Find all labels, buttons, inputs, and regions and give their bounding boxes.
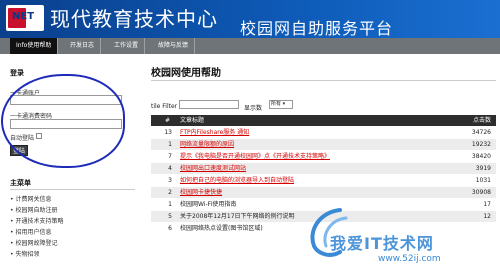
menu-item-user-info[interactable]: • 招用用户信息 — [10, 227, 51, 236]
nav-item-help[interactable]: Info使用帮助 — [10, 38, 59, 54]
row-title-link[interactable]: 提示《我电脑是否开通校园网》点《开通技术支持策略》 — [180, 151, 330, 162]
logo: NET — [6, 5, 44, 31]
menu-item-register[interactable]: • 校园网自助注册 — [10, 205, 57, 214]
show-count-select[interactable]: 所有 ▾ — [269, 100, 293, 109]
nav-item-work-settings[interactable]: 工作设置 — [108, 38, 146, 54]
filter-label: tile Filter — [151, 103, 178, 110]
title-divider — [151, 80, 496, 81]
page-title: 校园网使用帮助 — [151, 68, 221, 79]
row-number: 7 — [168, 153, 172, 160]
platform-title: 校园网自助服务平台 — [240, 19, 394, 38]
row-count: 19232 — [471, 141, 491, 148]
main-menu-divider — [10, 189, 135, 190]
filter-input[interactable] — [179, 100, 239, 109]
header-bar: NET 现代教育技术中心 校园网自助服务平台 — [0, 0, 500, 38]
nav-item-dev-log[interactable]: 开发日志 — [64, 38, 102, 54]
row-number: 4 — [168, 165, 172, 172]
row-count: 12 — [483, 213, 491, 220]
row-title-link[interactable]: 校园网络热点设置(图书馆区域) — [180, 223, 263, 234]
row-number: 1 — [168, 201, 172, 208]
header-count[interactable]: 点击数 — [473, 115, 491, 126]
header-title[interactable]: 文章标题 — [180, 115, 204, 126]
logo-text: NET — [12, 11, 35, 22]
menu-item-tech-support[interactable]: • 开通技术支持策略 — [10, 216, 63, 225]
menu-item-lost-found[interactable]: • 失物招领 — [10, 249, 39, 258]
row-number: 2 — [168, 189, 172, 196]
table-header: # 文章标题 点击数 — [151, 115, 496, 126]
row-count: 34726 — [471, 129, 491, 136]
table-row: 1 网络流量限额的原因 19232 — [151, 139, 496, 150]
row-count: 30908 — [471, 189, 491, 196]
row-number: 6 — [168, 225, 172, 232]
row-title-link[interactable]: 网络流量限额的原因 — [180, 139, 234, 150]
row-title-link[interactable]: 如何把自己的电脑的浏览器导入到自动登陆 — [180, 175, 294, 186]
row-title-link[interactable]: 关于2008年12月17日下午网络的例行说明 — [180, 211, 295, 222]
top-nav: Info使用帮助 开发日志 工作设置 故障与反馈 — [0, 38, 500, 54]
table-row: 4 校园网出口速度测试网站 3919 — [151, 163, 496, 174]
show-count-label: 显示数 — [244, 105, 263, 112]
header-number: # — [165, 117, 171, 124]
table-row: 2 校园网卡捷快捷 30908 — [151, 187, 496, 198]
row-count: 38420 — [471, 153, 491, 160]
table-row: 13 FTP内Fileshare服务 通知 34726 — [151, 127, 496, 138]
login-title: 登录 — [10, 69, 24, 77]
site-title: 现代教育技术中心 — [50, 7, 218, 31]
menu-item-billing[interactable]: • 计费网关信息 — [10, 194, 51, 203]
menu-item-fault-report[interactable]: • 校园网故障登记 — [10, 238, 57, 247]
row-number: 13 — [164, 129, 172, 136]
row-count: 1031 — [475, 177, 491, 184]
table-row: 7 提示《我电脑是否开通校园网》点《开通技术支持策略》 38420 — [151, 151, 496, 162]
row-title-link[interactable]: 校园网卡捷快捷 — [180, 187, 222, 198]
row-title-link[interactable]: 校园网Wi-Fi使用指南 — [180, 199, 236, 210]
watermark-url: www.52ij.com — [378, 254, 441, 264]
row-title-link[interactable]: FTP内Fileshare服务 通知 — [180, 127, 249, 138]
nav-item-fault-feedback[interactable]: 故障与反馈 — [152, 38, 196, 54]
annotation-oval — [1, 74, 125, 168]
main-menu-title: 主菜单 — [10, 179, 31, 187]
row-count: 17 — [483, 201, 491, 208]
row-count: 3919 — [475, 165, 491, 172]
row-number: 1 — [168, 141, 172, 148]
row-title-link[interactable]: 校园网出口速度测试网站 — [180, 163, 246, 174]
row-number: 3 — [168, 177, 172, 184]
table-row: 3 如何把自己的电脑的浏览器导入到自动登陆 1031 — [151, 175, 496, 186]
row-number: 5 — [168, 213, 172, 220]
watermark-text: 我爱IT技术网 — [330, 234, 434, 253]
